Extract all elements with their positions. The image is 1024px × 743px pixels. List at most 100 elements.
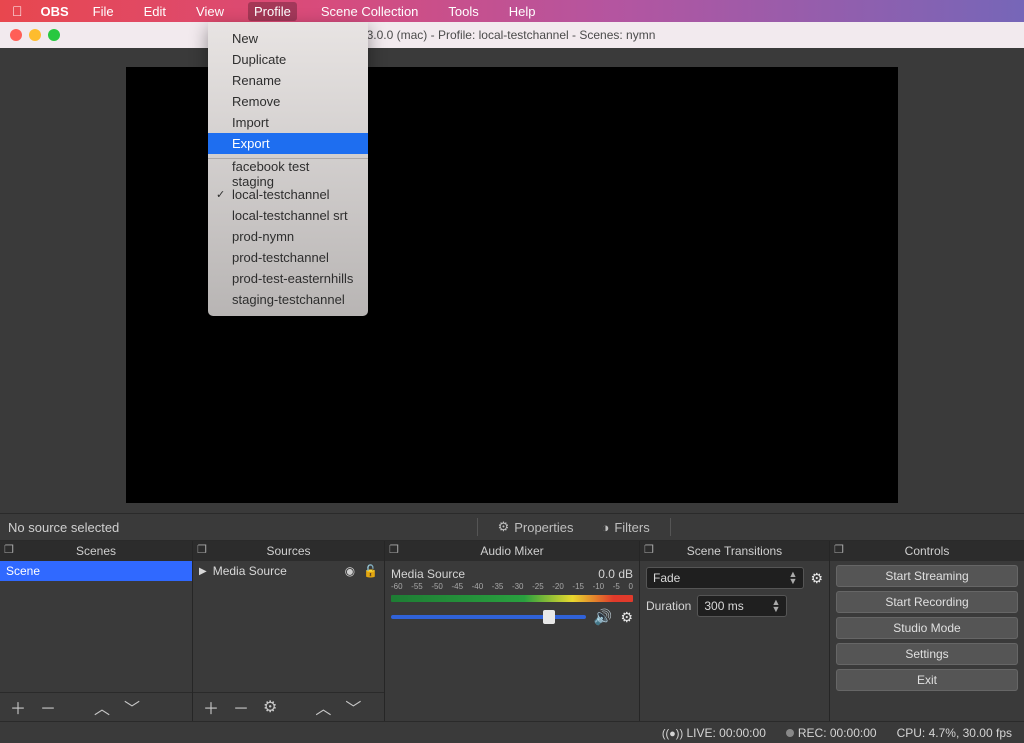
checkmark-icon: ✓ — [216, 188, 225, 201]
scene-item[interactable]: Scene — [0, 561, 192, 581]
visibility-icon[interactable]: ◉ — [345, 564, 355, 578]
meter-scale: -60-55-50-45-40-35-30-25-20-15-10-50 — [391, 582, 633, 591]
mute-button[interactable]: 🔊 — [594, 608, 613, 626]
apple-menu-icon[interactable]:  — [12, 3, 23, 19]
settings-button[interactable]: Settings — [836, 643, 1018, 665]
popout-icon[interactable]: ❐ — [389, 543, 399, 556]
sources-title: Sources — [266, 544, 310, 558]
profile-item-facebook-test-staging[interactable]: facebook test staging — [208, 163, 368, 184]
duration-spinner[interactable]: 300 ms ▲▼ — [697, 595, 787, 617]
status-live: ((●)) LIVE: 00:00:00 — [662, 726, 766, 740]
source-toolbar: No source selected ⚙ Properties ◑ Filters — [0, 513, 1024, 541]
add-source-button[interactable]: ＋ — [203, 695, 219, 719]
source-item[interactable]: ▶ Media Source ◉ 🔓 — [193, 561, 384, 581]
gear-icon: ⚙ — [498, 519, 510, 535]
filters-button[interactable]: ◑ Filters — [593, 517, 657, 538]
volume-slider[interactable] — [391, 615, 586, 619]
controls-body: Start Streaming Start Recording Studio M… — [830, 561, 1024, 721]
add-scene-button[interactable]: ＋ — [10, 695, 26, 719]
mixer-settings-button[interactable]: ⚙ — [620, 609, 633, 626]
transitions-dock: ❐Scene Transitions Fade ▲▼ ⚙ Duration 30… — [639, 541, 829, 721]
properties-button[interactable]: ⚙ Properties — [490, 516, 582, 538]
menu-profile[interactable]: Profile — [248, 2, 297, 21]
profile-item-staging-testchannel[interactable]: staging-testchannel — [208, 289, 368, 310]
profile-item-prod-testchannel[interactable]: prod-testchannel — [208, 247, 368, 268]
transitions-header[interactable]: ❐Scene Transitions — [640, 541, 829, 561]
sources-list[interactable]: ▶ Media Source ◉ 🔓 — [193, 561, 384, 692]
popout-icon[interactable]: ❐ — [4, 543, 14, 556]
lock-icon[interactable]: 🔓 — [363, 564, 378, 578]
updown-icon: ▲▼ — [789, 571, 798, 585]
window-content: No source selected ⚙Properties ◑Filters … — [0, 48, 1024, 743]
popout-icon[interactable]: ❐ — [197, 543, 207, 556]
filters-icon: ◑ — [601, 520, 609, 535]
window-titlebar: 3.0.0 (mac) - Profile: local-testchannel… — [0, 22, 1024, 48]
start-streaming-button[interactable]: Start Streaming — [836, 565, 1018, 587]
profile-dropdown: New Duplicate Rename Remove Import Expor… — [208, 22, 368, 316]
profile-menu-new[interactable]: New — [208, 28, 368, 49]
menu-edit[interactable]: Edit — [138, 2, 172, 21]
profile-item-label: local-testchannel — [232, 187, 330, 202]
sources-dock: ❐ Sources ▶ Media Source ◉ 🔓 ＋ － ⚙ — [192, 541, 384, 721]
menu-view[interactable]: View — [190, 2, 230, 21]
source-item-label: Media Source — [213, 564, 287, 578]
filters-label: Filters — [614, 520, 649, 535]
status-bar: ((●)) LIVE: 00:00:00 REC: 00:00:00 CPU: … — [0, 721, 1024, 743]
separator — [477, 518, 478, 536]
duration-value: 300 ms — [704, 599, 743, 613]
status-cpu: CPU: 4.7%, 30.00 fps — [897, 726, 1012, 740]
scenes-list[interactable]: Scene — [0, 561, 192, 692]
profile-item-local-testchannel[interactable]: ✓ local-testchannel — [208, 184, 368, 205]
app-name[interactable]: OBS — [41, 4, 69, 19]
menu-tools[interactable]: Tools — [442, 2, 484, 21]
sources-header[interactable]: ❐ Sources — [193, 541, 384, 561]
transition-select[interactable]: Fade ▲▼ — [646, 567, 804, 589]
profile-item-prod-test-easternhills[interactable]: prod-test-easternhills — [208, 268, 368, 289]
audio-mixer-dock: ❐ Audio Mixer Media Source 0.0 dB -60-55-… — [384, 541, 639, 721]
menu-scene-collection[interactable]: Scene Collection — [315, 2, 425, 21]
scene-down-button[interactable]: ﹀ — [124, 695, 140, 719]
mixer-channel-level: 0.0 dB — [598, 567, 633, 581]
mixer-channel: Media Source 0.0 dB -60-55-50-45-40-35-3… — [385, 561, 639, 626]
profile-item-prod-nymn[interactable]: prod-nymn — [208, 226, 368, 247]
popout-icon[interactable]: ❐ — [834, 543, 844, 556]
profile-menu-import[interactable]: Import — [208, 112, 368, 133]
record-dot-icon — [786, 729, 794, 737]
mixer-header[interactable]: ❐ Audio Mixer — [385, 541, 639, 561]
no-source-label: No source selected — [8, 520, 119, 535]
slider-thumb[interactable] — [543, 610, 555, 624]
window-minimize-button[interactable] — [29, 29, 41, 41]
transitions-body: Fade ▲▼ ⚙ Duration 300 ms ▲▼ — [640, 561, 829, 721]
separator — [670, 518, 671, 536]
mixer-title: Audio Mixer — [480, 544, 543, 558]
window-close-button[interactable] — [10, 29, 22, 41]
preview-area — [0, 48, 1024, 513]
exit-button[interactable]: Exit — [836, 669, 1018, 691]
profile-item-local-testchannel-srt[interactable]: local-testchannel srt — [208, 205, 368, 226]
remove-source-button[interactable]: － — [233, 695, 249, 719]
controls-dock: ❐Controls Start Streaming Start Recordin… — [829, 541, 1024, 721]
profile-menu-duplicate[interactable]: Duplicate — [208, 49, 368, 70]
menu-help[interactable]: Help — [503, 2, 542, 21]
status-rec: REC: 00:00:00 — [786, 726, 877, 740]
system-menubar:  OBS File Edit View Profile Scene Colle… — [0, 0, 1024, 22]
profile-menu-rename[interactable]: Rename — [208, 70, 368, 91]
controls-header[interactable]: ❐Controls — [830, 541, 1024, 561]
audio-meter — [391, 595, 633, 602]
window-zoom-button[interactable] — [48, 29, 60, 41]
mixer-body: Media Source 0.0 dB -60-55-50-45-40-35-3… — [385, 561, 639, 721]
menu-file[interactable]: File — [87, 2, 120, 21]
profile-menu-export[interactable]: Export — [208, 133, 368, 154]
remove-scene-button[interactable]: － — [40, 695, 56, 719]
studio-mode-button[interactable]: Studio Mode — [836, 617, 1018, 639]
source-up-button[interactable]: ︿ — [315, 695, 331, 719]
popout-icon[interactable]: ❐ — [644, 543, 654, 556]
start-recording-button[interactable]: Start Recording — [836, 591, 1018, 613]
source-properties-button[interactable]: ⚙ — [263, 697, 277, 717]
properties-label: Properties — [514, 520, 573, 535]
scene-up-button[interactable]: ︿ — [94, 695, 110, 719]
source-down-button[interactable]: ﹀ — [345, 695, 361, 719]
scenes-header[interactable]: ❐Scenes — [0, 541, 192, 561]
profile-menu-remove[interactable]: Remove — [208, 91, 368, 112]
transition-settings-button[interactable]: ⚙ — [810, 570, 823, 587]
